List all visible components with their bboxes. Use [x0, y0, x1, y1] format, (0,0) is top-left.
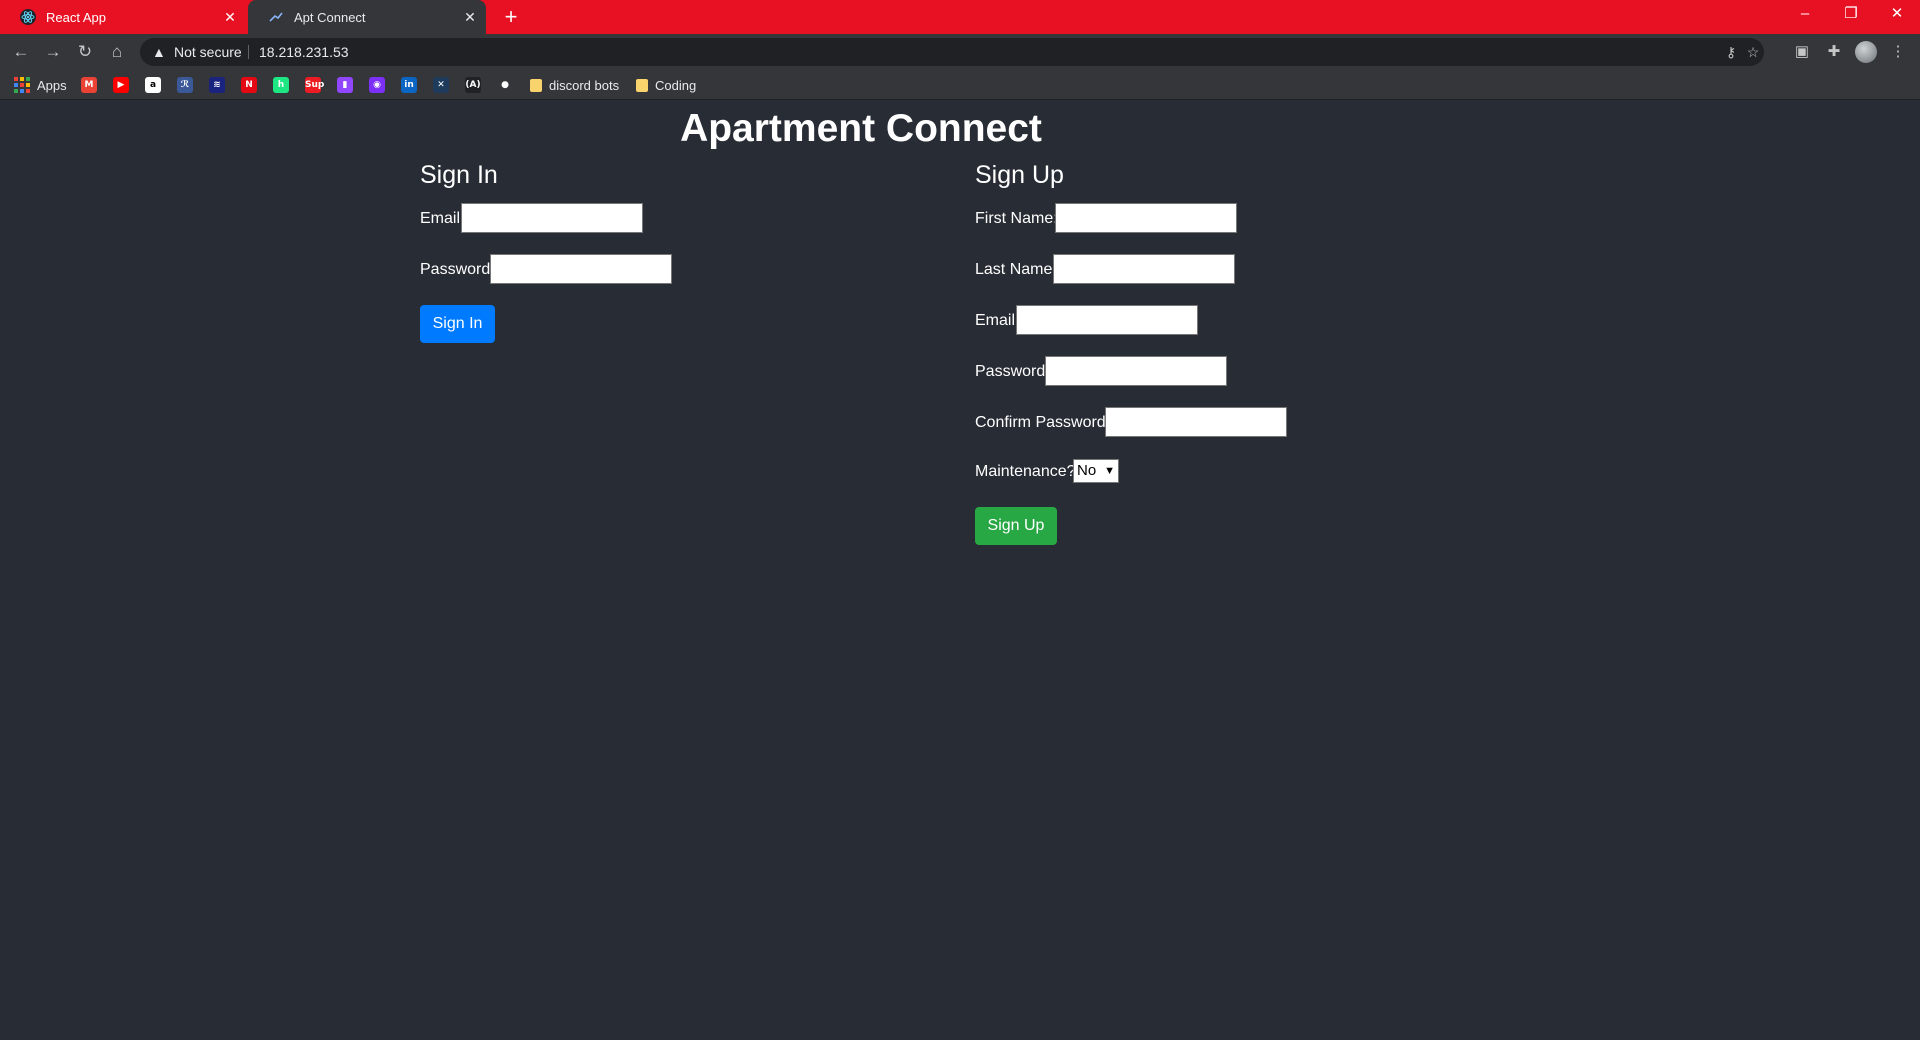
key-icon[interactable]: ⚷: [1722, 43, 1740, 61]
chevron-down-icon: ▼: [1104, 465, 1115, 477]
bookmark-twitch[interactable]: ▮: [337, 77, 353, 93]
twitch-icon: ▮: [337, 77, 353, 93]
github-icon: ●: [497, 77, 513, 93]
sign-up-password-field[interactable]: [1045, 356, 1227, 386]
sign-in-password-label: Password:: [420, 261, 495, 278]
sign-up-heading: Sign Up: [975, 161, 1064, 189]
star-icon[interactable]: ☆: [1744, 43, 1762, 61]
bookmark-folder-discord-bots[interactable]: discord bots: [530, 77, 619, 93]
bookmark-hulu[interactable]: h: [273, 77, 289, 93]
bookmarks-bar: Apps M ▶ a ℛ ≋ Nh Sup ▮ ◉ in ✕ (A) ● discord bots Co…: [0, 70, 1920, 100]
bookmark-messenger[interactable]: ◉: [369, 77, 385, 93]
bookmark-amazon[interactable]: a: [145, 77, 161, 93]
tab-strip: React App ✕ Apt Connect ✕ + – ❐ ✕: [0, 0, 1920, 34]
home-icon[interactable]: ⌂: [105, 40, 129, 64]
close-tab-icon[interactable]: ✕: [462, 9, 478, 25]
bookmark-icon-5: ≋: [209, 77, 225, 93]
url-text[interactable]: 18.218.231.53: [259, 38, 349, 66]
bookmark-github[interactable]: ●: [497, 77, 513, 93]
bookmark-icon-12: ✕: [433, 77, 449, 93]
bookmark-bookmark-icon-12[interactable]: ✕: [433, 77, 449, 93]
messenger-icon: ◉: [369, 77, 385, 93]
new-tab-button[interactable]: +: [498, 4, 524, 30]
minimize-icon[interactable]: –: [1782, 0, 1828, 30]
sign-in-button[interactable]: Sign In: [420, 305, 495, 343]
menu-dots-icon[interactable]: ⋮: [1886, 40, 1910, 64]
forward-arrow-icon[interactable]: →: [41, 40, 65, 64]
sign-in-heading: Sign In: [420, 161, 498, 189]
bookmark-label: Coding: [655, 77, 697, 93]
bookmark-netflix[interactable]: N: [241, 77, 257, 93]
tab-title: React App: [46, 9, 106, 25]
bookmark-supreme[interactable]: Sup: [305, 77, 324, 93]
folder-icon: [530, 78, 542, 92]
react-atom-icon: [20, 9, 36, 25]
back-arrow-icon[interactable]: ←: [9, 40, 33, 64]
address-bar[interactable]: ▲ Not secure 18.218.231.53 ⚷ ☆: [140, 38, 1764, 66]
bookmark-bookmark-icon-4[interactable]: ℛ: [177, 77, 193, 93]
page-icon: [268, 9, 284, 25]
apps-grid-icon: [14, 77, 30, 93]
warning-icon[interactable]: ▲: [152, 43, 170, 61]
page-content: Apartment Connect Sign In Email: Passwor…: [0, 101, 1920, 1040]
sign-in-email-field[interactable]: [461, 203, 643, 233]
maintenance-label: Maintenance?: [975, 463, 1076, 480]
bookmark-icon-13: (A): [465, 77, 481, 93]
divider: [248, 45, 249, 59]
bookmark-bookmark-icon-13[interactable]: (A): [465, 77, 481, 93]
close-window-icon[interactable]: ✕: [1874, 0, 1920, 30]
maintenance-select[interactable]: No ▼: [1073, 459, 1119, 483]
close-tab-icon[interactable]: ✕: [222, 9, 238, 25]
last-name-field[interactable]: [1053, 254, 1235, 284]
avatar[interactable]: [1855, 41, 1877, 63]
folder-icon: [636, 78, 648, 92]
tab-apt-connect[interactable]: Apt Connect ✕: [248, 0, 486, 34]
netflix-icon: N: [241, 77, 257, 93]
bookmark-folder-coding[interactable]: Coding: [636, 77, 696, 93]
bookmark-label: discord bots: [549, 77, 620, 93]
restore-icon[interactable]: ❐: [1828, 0, 1874, 30]
maintenance-selected-value: No: [1077, 462, 1097, 479]
sign-up-email-label: Email:: [975, 312, 1020, 329]
sign-in-password-field[interactable]: [490, 254, 672, 284]
first-name-label: First Name:: [975, 210, 1058, 227]
page-title: Apartment Connect: [680, 107, 1042, 150]
first-name-field[interactable]: [1055, 203, 1237, 233]
confirm-password-label: Confirm Password:: [975, 414, 1111, 431]
confirm-password-field[interactable]: [1105, 407, 1287, 437]
amazon-icon: a: [145, 77, 161, 93]
bookmark-gmail[interactable]: M: [81, 77, 97, 93]
bookmark-linkedin[interactable]: in: [401, 77, 417, 93]
sign-up-button[interactable]: Sign Up: [975, 507, 1057, 545]
supreme-icon: Sup: [305, 77, 324, 93]
hulu-icon: h: [273, 77, 289, 93]
security-status[interactable]: Not secure: [174, 38, 242, 66]
last-name-label: Last Name:: [975, 261, 1057, 278]
gmail-icon: M: [81, 77, 97, 93]
extension-icon[interactable]: ▣: [1790, 40, 1814, 64]
bookmark-icon-4: ℛ: [177, 77, 193, 93]
sign-up-email-field[interactable]: [1016, 305, 1198, 335]
linkedin-icon: in: [401, 77, 417, 93]
reload-icon[interactable]: ↻: [73, 40, 97, 64]
tab-react-app[interactable]: React App ✕: [0, 0, 246, 34]
youtube-icon: ▶: [113, 77, 129, 93]
sign-in-email-label: Email:: [420, 210, 465, 227]
puzzle-icon[interactable]: ✚: [1822, 40, 1846, 64]
browser-toolbar: ← → ↻ ⌂ ▲ Not secure 18.218.231.53 ⚷ ☆ ▣…: [0, 34, 1920, 70]
bookmark-bookmark-icon-5[interactable]: ≋: [209, 77, 225, 93]
bookmark-apps[interactable]: Apps: [14, 77, 67, 93]
tab-title: Apt Connect: [294, 9, 366, 25]
bookmark-youtube[interactable]: ▶: [113, 77, 129, 93]
sign-up-password-label: Password:: [975, 363, 1050, 380]
bookmark-label: Apps: [37, 77, 67, 93]
